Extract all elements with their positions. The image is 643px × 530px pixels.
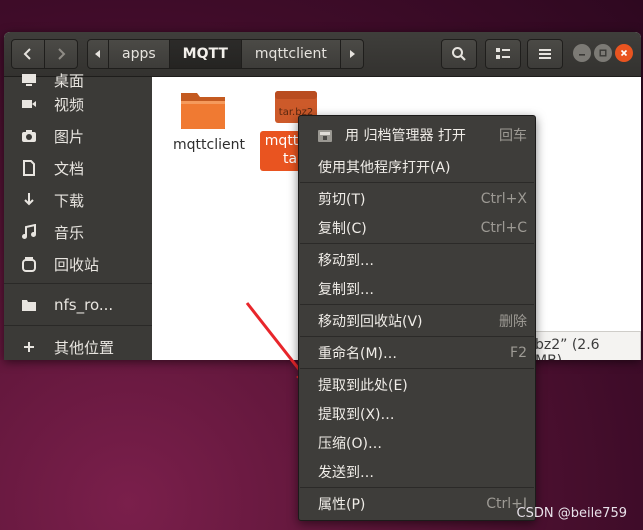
menu-item-move-to[interactable]: 移动到… (299, 246, 535, 274)
menu-item-open-with-archive-manager[interactable]: 用 归档管理器 打开 回车 (299, 121, 535, 149)
menu-separator (300, 304, 534, 305)
menu-item-extract-to[interactable]: 提取到(X)… (299, 400, 535, 428)
menu-item-properties[interactable]: 属性(P) Ctrl+I (299, 490, 535, 518)
menu-separator (300, 182, 534, 183)
context-menu: 用 归档管理器 打开 回车 使用其他程序打开(A) 剪切(T) Ctrl+X 复… (298, 115, 536, 521)
menu-separator (300, 243, 534, 244)
menu-item-cut[interactable]: 剪切(T) Ctrl+X (299, 185, 535, 213)
menu-item-move-to-trash[interactable]: 移动到回收站(V) 删除 (299, 307, 535, 335)
menu-item-open-with-other[interactable]: 使用其他程序打开(A) (299, 153, 535, 181)
menu-item-send-to[interactable]: 发送到… (299, 458, 535, 486)
menu-separator (300, 336, 534, 337)
menu-item-copy[interactable]: 复制(C) Ctrl+C (299, 214, 535, 242)
archive-manager-icon (318, 130, 332, 142)
menu-item-rename[interactable]: 重命名(M)… F2 (299, 339, 535, 367)
menu-item-copy-to[interactable]: 复制到… (299, 275, 535, 303)
menu-separator (300, 368, 534, 369)
menu-item-extract-here[interactable]: 提取到此处(E) (299, 371, 535, 399)
menu-item-compress[interactable]: 压缩(O)… (299, 429, 535, 457)
watermark: CSDN @beile759 (516, 506, 627, 521)
menu-separator (300, 487, 534, 488)
